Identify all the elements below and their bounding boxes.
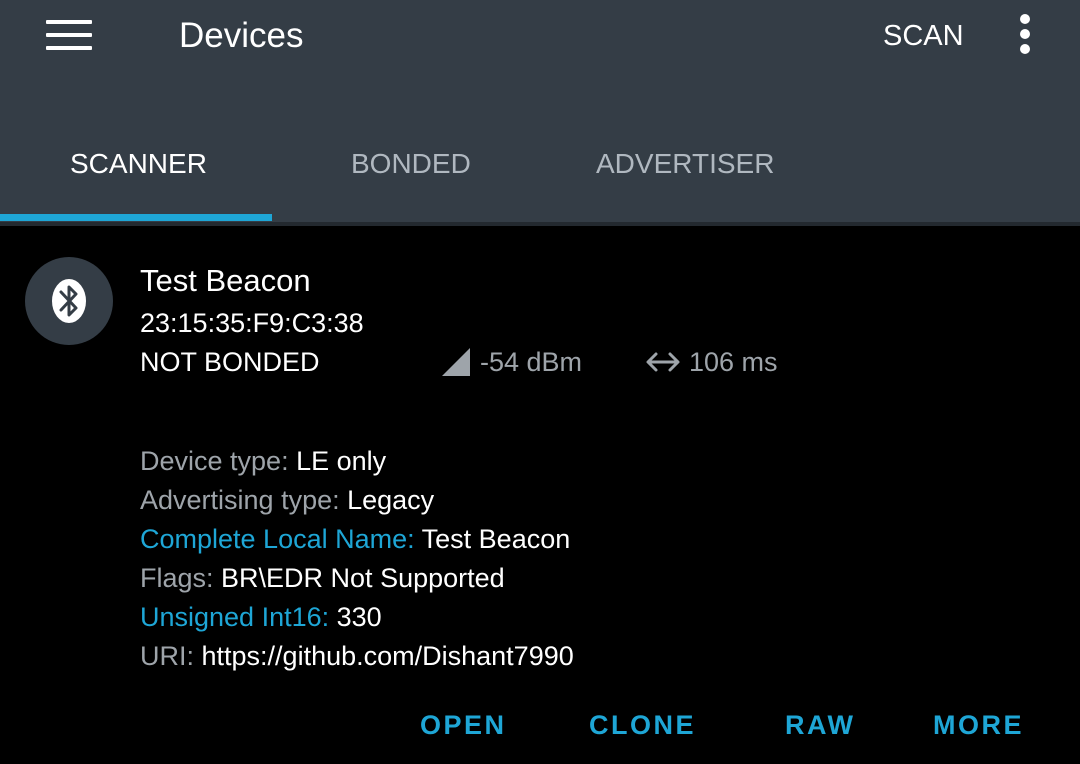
- raw-button[interactable]: RAW: [785, 706, 856, 744]
- app-bar: Devices SCAN SCANNER BONDED ADVERTISER: [0, 0, 1080, 222]
- more-button[interactable]: MORE: [933, 706, 1024, 744]
- detail-value: 330: [336, 602, 382, 632]
- interval-arrows-icon: [646, 352, 680, 372]
- detail-complete-local-name: Complete Local Name: Test Beacon: [140, 520, 574, 559]
- divider: [0, 222, 1080, 226]
- detail-label: Device type:: [140, 446, 297, 476]
- detail-value: BR\EDR Not Supported: [221, 563, 505, 593]
- detail-flags: Flags: BR\EDR Not Supported: [140, 559, 574, 598]
- avatar: [25, 257, 113, 345]
- detail-uri: URI: https://github.com/Dishant7990: [140, 637, 574, 676]
- rssi-value: -54 dBm: [480, 347, 583, 377]
- tab-advertiser[interactable]: ADVERTISER: [596, 142, 774, 186]
- tab-indicator: [0, 214, 272, 221]
- bluetooth-icon: [52, 279, 86, 323]
- detail-label: Advertising type:: [140, 485, 348, 515]
- detail-label: Complete Local Name:: [140, 524, 422, 554]
- detail-value: LE only: [296, 446, 387, 476]
- detail-device-type: Device type: LE only: [140, 442, 574, 481]
- detail-advertising-type: Advertising type: Legacy: [140, 481, 574, 520]
- hamburger-menu-icon[interactable]: [46, 20, 92, 50]
- scan-button[interactable]: SCAN: [883, 16, 964, 56]
- detail-label: Unsigned Int16:: [140, 602, 337, 632]
- tab-scanner[interactable]: SCANNER: [70, 142, 207, 186]
- advertisement-details: Device type: LE only Advertising type: L…: [140, 442, 574, 676]
- clone-button[interactable]: CLONE: [589, 706, 696, 744]
- more-vertical-icon[interactable]: [1012, 14, 1038, 56]
- advertising-interval: 106 ms: [689, 347, 778, 377]
- open-button[interactable]: OPEN: [420, 706, 507, 744]
- detail-value: https://github.com/Dishant7990: [201, 641, 574, 671]
- detail-value: Legacy: [347, 485, 435, 515]
- detail-label: Flags:: [140, 563, 222, 593]
- device-name: Test Beacon: [140, 263, 311, 298]
- detail-unsigned-int16: Unsigned Int16: 330: [140, 598, 574, 637]
- detail-label: URI:: [140, 641, 202, 671]
- page-title: Devices: [179, 16, 304, 55]
- tab-bonded[interactable]: BONDED: [351, 142, 471, 186]
- detail-value: Test Beacon: [421, 524, 571, 554]
- bond-state: NOT BONDED: [140, 347, 320, 377]
- signal-strength-icon: [442, 348, 470, 376]
- device-address: 23:15:35:F9:C3:38: [140, 308, 364, 338]
